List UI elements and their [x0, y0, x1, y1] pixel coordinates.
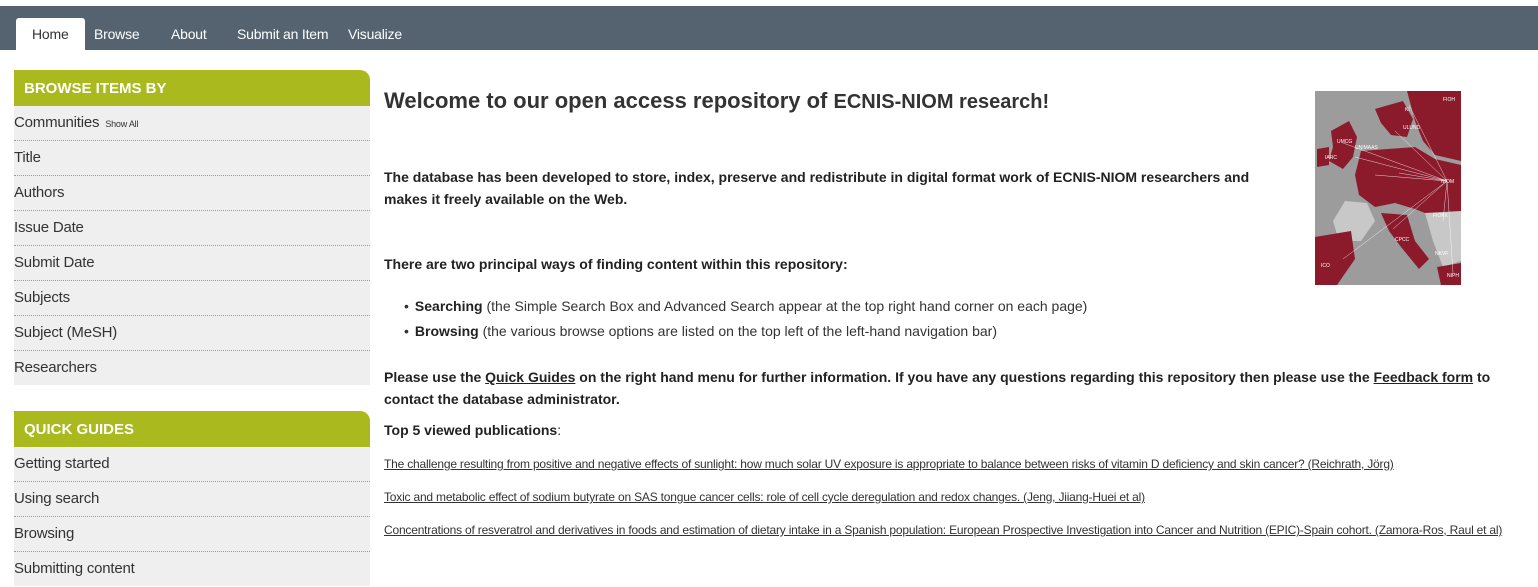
feedback-form-link[interactable]: Feedback form — [1374, 369, 1474, 385]
quick-guides-list: Getting started Using search Browsing Su… — [14, 447, 370, 586]
browse-list: Communities Show All Title Authors Issue … — [14, 106, 370, 385]
top5-heading: Top 5 viewed publications: — [384, 422, 561, 438]
help-text: Please use the Quick Guides on the right… — [384, 366, 1504, 410]
title-prefix: Welcome to our open access repository of — [384, 88, 834, 113]
browse-items-by-heading: BROWSE ITEMS BY — [14, 70, 370, 106]
searching-text: (the Simple Search Box and Advanced Sear… — [482, 298, 1088, 314]
tab-submit-an-item[interactable]: Submit an Item — [237, 18, 329, 50]
map-label: NKVF — [1435, 251, 1448, 257]
map-label: KI — [1405, 107, 1410, 113]
tab-home[interactable]: Home — [16, 18, 85, 50]
browse-submit-date[interactable]: Submit Date — [14, 246, 370, 281]
page-title: Welcome to our open access repository of… — [384, 88, 1049, 114]
tab-about[interactable]: About — [171, 18, 207, 50]
top-navigation: Home Browse About Submit an Item Visuali… — [0, 6, 1538, 50]
tab-visualize[interactable]: Visualize — [348, 18, 402, 50]
publication-link-2[interactable]: Toxic and metabolic effect of sodium but… — [384, 489, 1504, 506]
browse-researchers[interactable]: Researchers — [14, 351, 370, 385]
top5-colon: : — [557, 422, 562, 438]
browse-title[interactable]: Title — [14, 141, 370, 176]
browse-communities-label: Communities — [14, 114, 100, 131]
browse-communities[interactable]: Communities Show All — [14, 106, 370, 141]
intro-text: The database has been developed to store… — [384, 169, 1250, 207]
europe-network-map-image: FIOH KI ULUND UMCG UNIMAAS IARC NIOM FIO… — [1315, 91, 1461, 285]
help-text-part2: on the right hand menu for further infor… — [575, 369, 1374, 385]
guide-browsing[interactable]: Browsing — [14, 517, 370, 552]
guide-getting-started[interactable]: Getting started — [14, 447, 370, 482]
map-label: NIPH — [1447, 273, 1459, 279]
guide-using-search[interactable]: Using search — [14, 482, 370, 517]
publication-link-1[interactable]: The challenge resulting from positive an… — [384, 456, 1504, 473]
map-label: FIOKK — [1433, 213, 1449, 219]
show-all-link[interactable]: Show All — [105, 119, 138, 129]
ways-heading: There are two principal ways of finding … — [384, 256, 848, 272]
tab-browse[interactable]: Browse — [94, 18, 140, 50]
map-label: CPCC — [1395, 237, 1410, 243]
list-item: Searching (the Simple Search Box and Adv… — [404, 294, 1087, 319]
guide-submitting-content[interactable]: Submitting content — [14, 552, 370, 586]
left-sidebar: BROWSE ITEMS BY Communities Show All Titl… — [14, 70, 370, 586]
browse-subject-mesh[interactable]: Subject (MeSH) — [14, 316, 370, 351]
map-label: FIOH — [1443, 97, 1455, 103]
browsing-strong: Browsing — [414, 323, 479, 339]
map-label: NIOM — [1441, 179, 1454, 185]
ways-list: Searching (the Simple Search Box and Adv… — [404, 294, 1087, 344]
browse-subjects[interactable]: Subjects — [14, 281, 370, 316]
list-item: Browsing (the various browse options are… — [404, 319, 1087, 344]
map-label: ULUND — [1403, 125, 1421, 131]
browse-authors[interactable]: Authors — [14, 176, 370, 211]
map-label: UMCG — [1337, 139, 1352, 145]
help-text-part1: Please use the — [384, 369, 486, 385]
map-label: ICO — [1321, 263, 1330, 269]
top5-label: Top 5 viewed publications — [384, 422, 558, 438]
publication-link-3[interactable]: Concentrations of resveratrol and deriva… — [384, 522, 1504, 539]
map-label: UNIMAAS — [1355, 145, 1378, 151]
browsing-text: (the various browse options are listed o… — [478, 323, 997, 339]
quick-guides-heading: QUICK GUIDES — [14, 411, 370, 447]
quick-guides-link[interactable]: Quick Guides — [485, 369, 575, 385]
searching-strong: Searching — [414, 298, 483, 314]
map-label: IARC — [1325, 155, 1337, 161]
browse-issue-date[interactable]: Issue Date — [14, 211, 370, 246]
title-brand: ECNIS-NIOM research! — [833, 91, 1050, 113]
publication-list: The challenge resulting from positive an… — [384, 456, 1504, 555]
